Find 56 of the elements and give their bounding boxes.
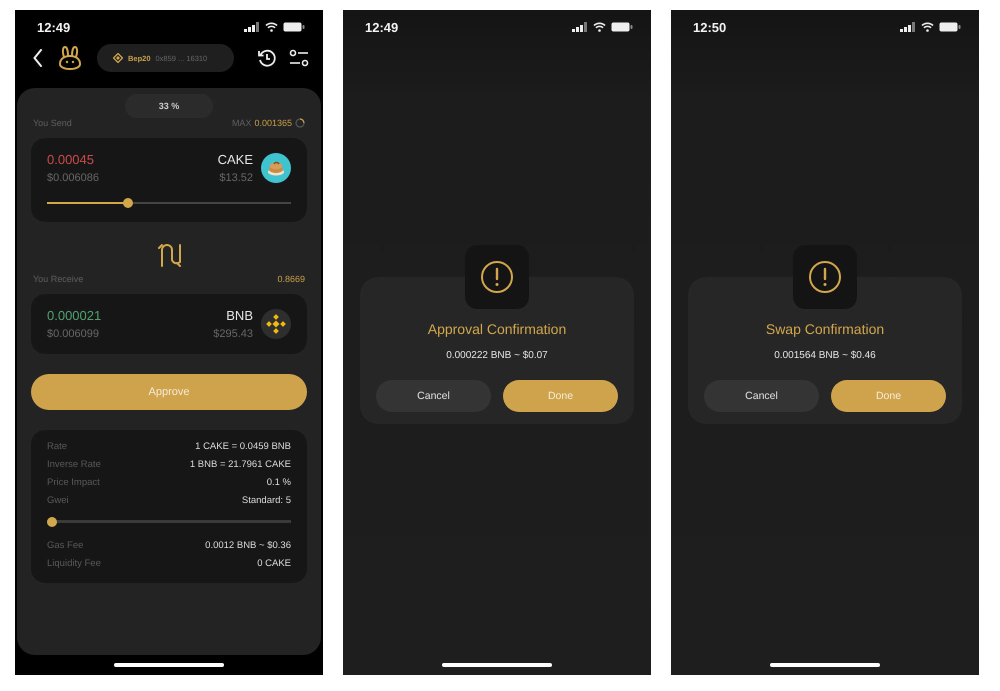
dialog-title: Swap Confirmation <box>766 321 884 337</box>
cancel-button[interactable]: Cancel <box>704 380 819 412</box>
signal-icon <box>572 22 588 32</box>
settings-sliders-icon[interactable] <box>289 49 309 67</box>
token-price: $13.52 <box>219 172 253 184</box>
receive-value: 0.8669 <box>277 274 305 284</box>
max-value: 0.001365 <box>254 118 292 128</box>
fee-amount: 0.001564 BNB ~ $0.46 <box>774 350 876 361</box>
exclamation-circle-icon <box>480 260 514 294</box>
cancel-button[interactable]: Cancel <box>376 380 491 412</box>
detail-label: Price Impact <box>47 476 100 488</box>
diamond-coin-icon <box>113 53 123 63</box>
token-name: BNB <box>226 308 253 323</box>
status-time: 12:49 <box>365 20 398 34</box>
battery-icon <box>939 22 961 32</box>
signal-icon <box>900 22 916 32</box>
slider-thumb[interactable] <box>47 516 57 526</box>
battery-icon <box>283 22 305 32</box>
token-amount: 0.000021 <box>47 308 102 323</box>
progress-ring-icon <box>295 118 305 128</box>
wifi-icon <box>921 22 934 32</box>
fiat-value: $0.006099 <box>47 328 100 340</box>
token-amount: 0.00045 <box>47 152 95 167</box>
fiat-value: $0.006086 <box>47 172 99 184</box>
dialog-title: Approval Confirmation <box>428 321 566 337</box>
detail-value: 0 CAKE <box>257 558 291 568</box>
send-label: You Send <box>33 118 72 128</box>
token-name: CAKE <box>218 152 253 167</box>
receive-label: You Receive <box>33 274 84 284</box>
detail-value: 0.0012 BNB ~ $0.36 <box>205 540 291 550</box>
token-price: $295.43 <box>213 328 253 340</box>
pancake-coin-icon <box>261 153 291 183</box>
detail-label: Rate <box>47 440 68 452</box>
max-label: MAX <box>232 118 252 128</box>
detail-value: Standard: 5 <box>242 494 291 506</box>
exclamation-circle-icon <box>808 260 842 294</box>
detail-label: Gwei <box>47 494 69 506</box>
fee-amount: 0.000222 BNB ~ $0.07 <box>446 350 548 361</box>
back-icon[interactable] <box>33 49 43 67</box>
percent-pill[interactable]: 33 % <box>125 94 213 118</box>
detail-value: 1 CAKE = 0.0459 BNB <box>195 440 291 452</box>
detail-value: 1 BNB = 21.7961 CAKE <box>190 458 291 470</box>
detail-value: 0.1 % <box>266 476 291 488</box>
wifi-icon <box>265 22 278 32</box>
slider-thumb[interactable] <box>122 198 133 208</box>
wifi-icon <box>593 22 606 32</box>
diamond-coin-icon <box>261 309 291 339</box>
signal-icon <box>244 22 260 32</box>
bunny-logo-icon <box>57 45 83 71</box>
detail-label: Liquidity Fee <box>47 558 101 568</box>
detail-label: Inverse Rate <box>47 458 101 470</box>
history-icon[interactable] <box>257 48 277 68</box>
status-time: 12:49 <box>37 20 70 34</box>
detail-label: Gas Fee <box>47 540 84 550</box>
battery-icon <box>611 22 633 32</box>
status-time: 12:50 <box>693 20 726 34</box>
